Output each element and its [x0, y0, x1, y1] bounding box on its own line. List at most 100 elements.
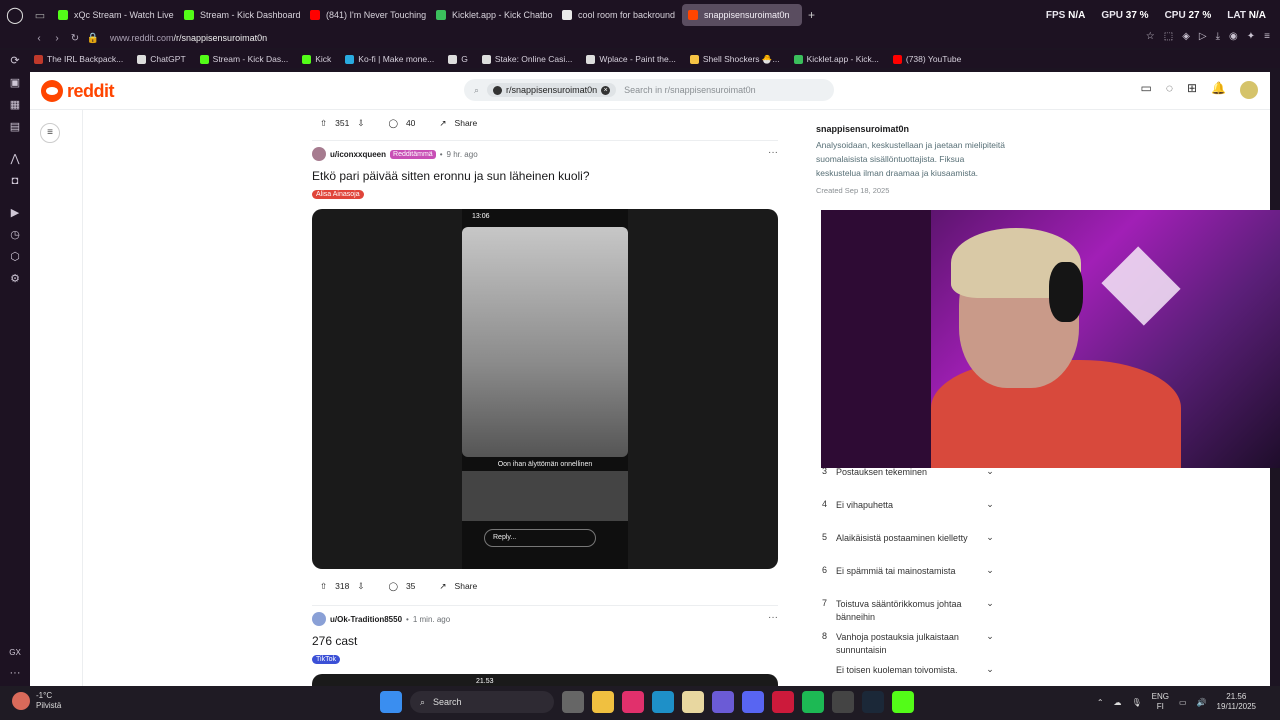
share-button[interactable]: ↗ Share: [431, 575, 486, 597]
downvote-icon[interactable]: ⇩: [357, 118, 364, 129]
bookmark-item[interactable]: Shell Shockers 🐣...: [689, 54, 780, 65]
messenger-icon[interactable]: ▤: [8, 120, 22, 134]
reddit-logo[interactable]: reddit: [41, 80, 115, 102]
task-view-icon[interactable]: [562, 691, 584, 713]
clock[interactable]: 21.56 19/11/2025: [1217, 692, 1256, 712]
back-icon[interactable]: ‹: [30, 33, 48, 44]
easy-setup-icon[interactable]: ✦: [1247, 31, 1255, 42]
post-media[interactable]: 13:06 Oon ihan älyttömän onnellinen Repl…: [312, 209, 778, 569]
browser-tab[interactable]: xQc Stream - Watch Live: [52, 4, 176, 26]
chevron-down-icon[interactable]: ⌄: [980, 532, 1000, 543]
more-icon[interactable]: ···: [8, 666, 22, 680]
search-input[interactable]: ⌕ r/snappisensuroimat0n × Search in r/sn…: [464, 79, 834, 101]
onedrive-icon[interactable]: ☁: [1114, 698, 1122, 707]
language-indicator[interactable]: ENG FI: [1152, 692, 1169, 712]
chatgpt-icon[interactable]: [832, 691, 854, 713]
start-icon[interactable]: [380, 691, 402, 713]
bookmark-item[interactable]: The IRL Backpack...: [34, 54, 123, 64]
post-flair[interactable]: TikTok: [312, 655, 340, 664]
share-button[interactable]: ↗ Share: [431, 112, 486, 134]
remove-chip-icon[interactable]: ×: [601, 85, 611, 95]
bag-icon[interactable]: ▣: [8, 76, 22, 90]
browser-tab[interactable]: Stream - Kick Dashboard: [178, 4, 302, 26]
workspaces-icon[interactable]: ▭: [30, 9, 50, 22]
menu-icon[interactable]: ≡: [1264, 31, 1270, 42]
rule-item[interactable]: 8 Vanhoja postauksia julkaistaan sunnunta…: [810, 631, 1000, 657]
upvote-icon[interactable]: ⇧: [320, 118, 327, 129]
post-author[interactable]: u/Ok-Tradition8550: [330, 615, 402, 624]
forward-icon[interactable]: ›: [48, 33, 66, 44]
menu-toggle-icon[interactable]: ≡: [40, 123, 60, 143]
browser-tab[interactable]: snappisensuroimat0n: [682, 4, 802, 26]
kick-icon[interactable]: [892, 691, 914, 713]
network-icon[interactable]: ▭: [1179, 698, 1187, 707]
arrow-up-icon[interactable]: ⋀: [8, 152, 22, 166]
browser-tab[interactable]: Kicklet.app - Kick Chatbo: [430, 4, 554, 26]
bookmark-item[interactable]: Ko-fi | Make mone...: [345, 54, 434, 64]
edge-icon[interactable]: [652, 691, 674, 713]
extensions-icon[interactable]: ⬡: [8, 250, 22, 264]
history-icon[interactable]: ◷: [8, 228, 22, 242]
url-field[interactable]: www.reddit.com/r/snappisensuroimat0n: [110, 33, 267, 43]
file-explorer-icon[interactable]: [592, 691, 614, 713]
bookmark-item[interactable]: Kick: [302, 54, 331, 64]
browser-tab[interactable]: (841) I'm Never Touching: [304, 4, 428, 26]
download-icon[interactable]: ⤓: [1216, 31, 1220, 42]
downvote-icon[interactable]: ⇩: [357, 581, 364, 592]
comments-button[interactable]: ◯ 35: [380, 575, 424, 597]
profile-icon[interactable]: ◉: [1229, 31, 1238, 42]
post-card[interactable]: u/iconxxqueen Redditämmä • 9 hr. ago ···…: [312, 147, 778, 599]
discord-icon[interactable]: [742, 691, 764, 713]
opera-menu-icon[interactable]: ◯: [0, 0, 30, 30]
new-tab-button[interactable]: +: [808, 8, 815, 22]
bookmark-item[interactable]: Stake: Online Casi...: [481, 54, 572, 64]
speed-dial-icon[interactable]: ⟳: [8, 54, 22, 68]
vote-pill[interactable]: ⇧ 318 ⇩: [312, 575, 373, 597]
obs-icon[interactable]: [712, 691, 734, 713]
gx-corner-icon[interactable]: ▦: [8, 98, 22, 112]
rule-item[interactable]: Ei toisen kuoleman toivomista. ⌄: [810, 664, 1000, 686]
bookmark-item[interactable]: Stream - Kick Das...: [199, 54, 288, 64]
bookmark-item[interactable]: Kicklet.app - Kick...: [793, 54, 879, 64]
rule-item[interactable]: 4 Ei vihapuhetta ⌄: [810, 499, 1000, 525]
create-post-icon[interactable]: ⊞: [1187, 81, 1197, 99]
notifications-icon[interactable]: 🔔: [1211, 81, 1226, 99]
bookmark-item[interactable]: (738) YouTube: [892, 54, 961, 64]
chevron-down-icon[interactable]: ⌄: [980, 499, 1000, 510]
chevron-down-icon[interactable]: ⌄: [980, 664, 1000, 675]
bookmark-item[interactable]: ChatGPT: [137, 54, 186, 64]
post-card[interactable]: u/Ok-Tradition8550 • 1 min. ago ··· 276 …: [312, 612, 778, 686]
rule-item[interactable]: 3 Postauksen tekeminen ⌄: [810, 466, 1000, 492]
chat-icon[interactable]: ◌: [1166, 81, 1173, 99]
twitch-icon[interactable]: ◘: [8, 174, 22, 188]
more-options-icon[interactable]: ···: [768, 612, 778, 623]
opera-gx-icon[interactable]: [772, 691, 794, 713]
browser-tab[interactable]: cool room for backround: [556, 4, 680, 26]
post-author[interactable]: u/iconxxqueen: [330, 150, 386, 159]
spotify-icon[interactable]: [802, 691, 824, 713]
player-sidebar-icon[interactable]: ▶: [8, 206, 22, 220]
chevron-down-icon[interactable]: ⌄: [980, 631, 1000, 642]
chevron-down-icon[interactable]: ⌄: [980, 598, 1000, 609]
ads-icon[interactable]: ▭: [1141, 81, 1152, 99]
post-flair[interactable]: Alisa Ainasoja: [312, 190, 364, 199]
steam-icon[interactable]: [862, 691, 884, 713]
chevron-down-icon[interactable]: ⌄: [980, 565, 1000, 576]
settings-icon[interactable]: ⚙: [8, 272, 22, 286]
vote-pill[interactable]: ⇧ 351 ⇩: [312, 112, 373, 134]
player-icon[interactable]: ▷: [1199, 31, 1207, 42]
shield-icon[interactable]: ◈: [1182, 31, 1190, 42]
reload-icon[interactable]: ↻: [66, 33, 84, 44]
volume-icon[interactable]: 🔊: [1197, 698, 1207, 707]
instagram-icon[interactable]: [622, 691, 644, 713]
upvote-icon[interactable]: ⇧: [320, 581, 327, 592]
weather-widget[interactable]: -1°C Pilvistä: [12, 691, 61, 711]
gx-icon[interactable]: GX: [8, 646, 22, 660]
snapshot-icon[interactable]: ⬚: [1164, 31, 1173, 42]
post-media[interactable]: 21.53: [312, 674, 778, 686]
post-title[interactable]: 276 cast: [312, 634, 778, 648]
subreddit-chip[interactable]: r/snappisensuroimat0n ×: [487, 83, 617, 97]
bookmark-item[interactable]: Wplace - Paint the...: [586, 54, 676, 64]
user-avatar[interactable]: [1240, 81, 1258, 99]
rule-item[interactable]: 7 Toistuva sääntörikkomus johtaa bänneihi…: [810, 598, 1000, 624]
